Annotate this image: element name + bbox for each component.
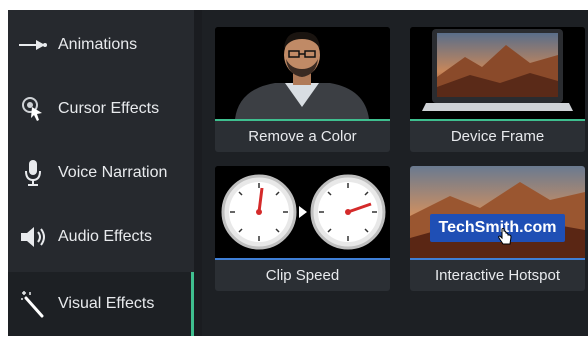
arrow-right-icon [8, 38, 58, 52]
sidebar-item-audio-effects[interactable]: Audio Effects [8, 205, 194, 269]
effects-panel: Animations Cursor Effects Voice Narratio… [8, 10, 588, 336]
tile-label: Clip Speed [265, 267, 340, 284]
presenter-thumbnail [215, 27, 390, 119]
effect-tile-remove-a-color[interactable]: Remove a Color [215, 27, 390, 152]
sidebar-item-label: Cursor Effects [58, 100, 160, 117]
clip-speed-thumbnail [215, 166, 390, 258]
sidebar-item-label: Voice Narration [58, 164, 168, 181]
sidebar-item-label: Visual Effects [58, 295, 155, 312]
tile-label: Remove a Color [248, 128, 357, 145]
sidebar-item-cursor-effects[interactable]: Cursor Effects [8, 77, 194, 141]
effect-tile-interactive-hotspot[interactable]: TechSmith.com Interactive Hotspot [410, 166, 585, 291]
laptop-thumbnail [410, 27, 585, 119]
magic-wand-icon [8, 290, 58, 318]
hand-cursor-icon [498, 228, 512, 245]
sidebar-item-visual-effects[interactable]: Visual Effects [8, 272, 194, 336]
effect-tile-clip-speed[interactable]: Clip Speed [215, 166, 390, 291]
sidebar-item-animations[interactable]: Animations [8, 13, 194, 77]
tile-label: Interactive Hotspot [434, 267, 561, 284]
tile-label: Device Frame [450, 128, 545, 145]
hotspot-thumbnail: TechSmith.com [410, 166, 585, 258]
panel-divider [194, 10, 202, 336]
microphone-icon [8, 159, 58, 187]
speaker-icon [8, 225, 58, 249]
sidebar-item-label: Animations [58, 36, 138, 53]
sidebar: Animations Cursor Effects Voice Narratio… [8, 10, 194, 336]
sidebar-item-label: Audio Effects [58, 228, 152, 245]
cursor-icon [8, 96, 58, 122]
effect-tile-device-frame[interactable]: Device Frame [410, 27, 585, 152]
sidebar-item-voice-narration[interactable]: Voice Narration [8, 141, 194, 205]
